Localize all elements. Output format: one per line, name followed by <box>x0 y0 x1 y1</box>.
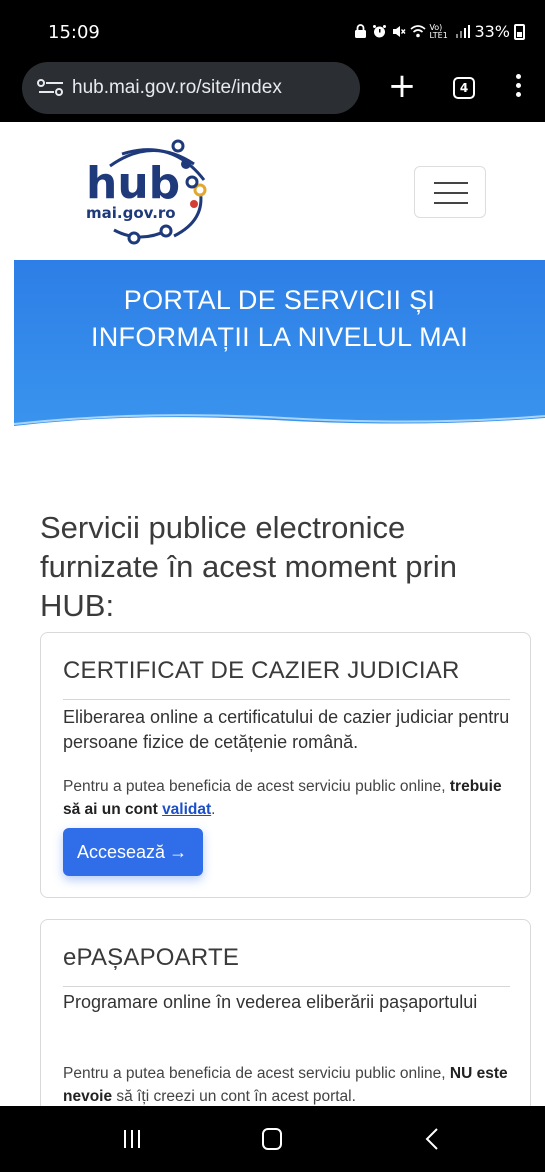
web-page: hub mai.gov.ro PORTAL DE SERVICII ȘI INF… <box>14 122 545 1106</box>
card-note: Pentru a putea beneficia de acest servic… <box>63 775 518 821</box>
menu-toggle-button[interactable] <box>414 166 486 218</box>
hero-wave <box>14 414 545 432</box>
note-text: Pentru a putea beneficia de acest servic… <box>63 778 450 795</box>
alarm-icon <box>372 24 387 39</box>
mute-icon <box>391 24 406 39</box>
url-text: hub.mai.gov.ro/site/index <box>72 77 282 98</box>
site-navbar: hub mai.gov.ro <box>14 122 545 260</box>
card-divider <box>63 986 510 987</box>
status-bar: 15:09 Vo) LTE1 33% <box>0 0 545 56</box>
browser-toolbar: hub.mai.gov.ro/site/index + 4 <box>0 56 545 122</box>
wifi-icon <box>410 24 426 39</box>
network-label: Vo) LTE1 <box>429 22 448 40</box>
site-settings-icon[interactable] <box>36 78 66 98</box>
card-description: Programare online în vederea eliberării … <box>63 992 478 1012</box>
hub-logo[interactable]: hub mai.gov.ro <box>82 134 222 246</box>
recent-apps-icon[interactable] <box>124 1130 142 1148</box>
card-description: Eliberarea online a certificatului de ca… <box>63 707 510 752</box>
battery-icon <box>514 23 525 40</box>
battery-percent: 33% <box>474 22 510 41</box>
card-title: ePAȘAPOARTE <box>63 944 240 971</box>
note-suffix: să îți creezi un cont în acest portal. <box>112 1088 356 1105</box>
access-button[interactable]: Accesează → <box>63 828 204 876</box>
section-title: Servicii publice electronice furnizate î… <box>40 510 457 623</box>
hero-title: PORTAL DE SERVICII ȘI INFORMAȚII LA NIVE… <box>90 285 469 352</box>
card-divider <box>63 699 510 700</box>
logo-domain: mai.gov.ro <box>86 204 176 222</box>
note-suffix: . <box>211 801 216 818</box>
tab-switcher-button[interactable]: 4 <box>453 77 475 99</box>
note-text: Pentru a putea beneficia de acest servic… <box>63 1065 450 1082</box>
card-title: CERTIFICAT DE CAZIER JUDICIAR <box>63 657 460 684</box>
lock-icon <box>353 24 368 39</box>
access-button-label: Accesează <box>77 842 166 862</box>
address-bar[interactable]: hub.mai.gov.ro/site/index <box>22 62 360 114</box>
back-icon[interactable] <box>424 1127 440 1151</box>
logo-word: hub <box>86 158 180 209</box>
new-tab-icon[interactable]: + <box>387 66 417 106</box>
browser-menu-icon[interactable] <box>508 74 528 102</box>
arrow-right-icon: → <box>169 842 188 862</box>
validat-link[interactable]: validat <box>162 801 211 818</box>
status-time: 15:09 <box>48 22 100 43</box>
signal-icon <box>455 24 471 39</box>
hero-banner: PORTAL DE SERVICII ȘI INFORMAȚII LA NIVE… <box>14 260 545 432</box>
service-card: CERTIFICAT DE CAZIER JUDICIAR Eliberarea… <box>40 632 531 898</box>
card-note: Pentru a putea beneficia de acest servic… <box>63 1062 518 1106</box>
service-card: ePAȘAPOARTE Programare online în vederea… <box>40 919 531 1106</box>
home-icon[interactable] <box>262 1128 282 1150</box>
status-icons: Vo) LTE1 33% <box>353 22 525 41</box>
system-nav-bar <box>0 1106 545 1172</box>
